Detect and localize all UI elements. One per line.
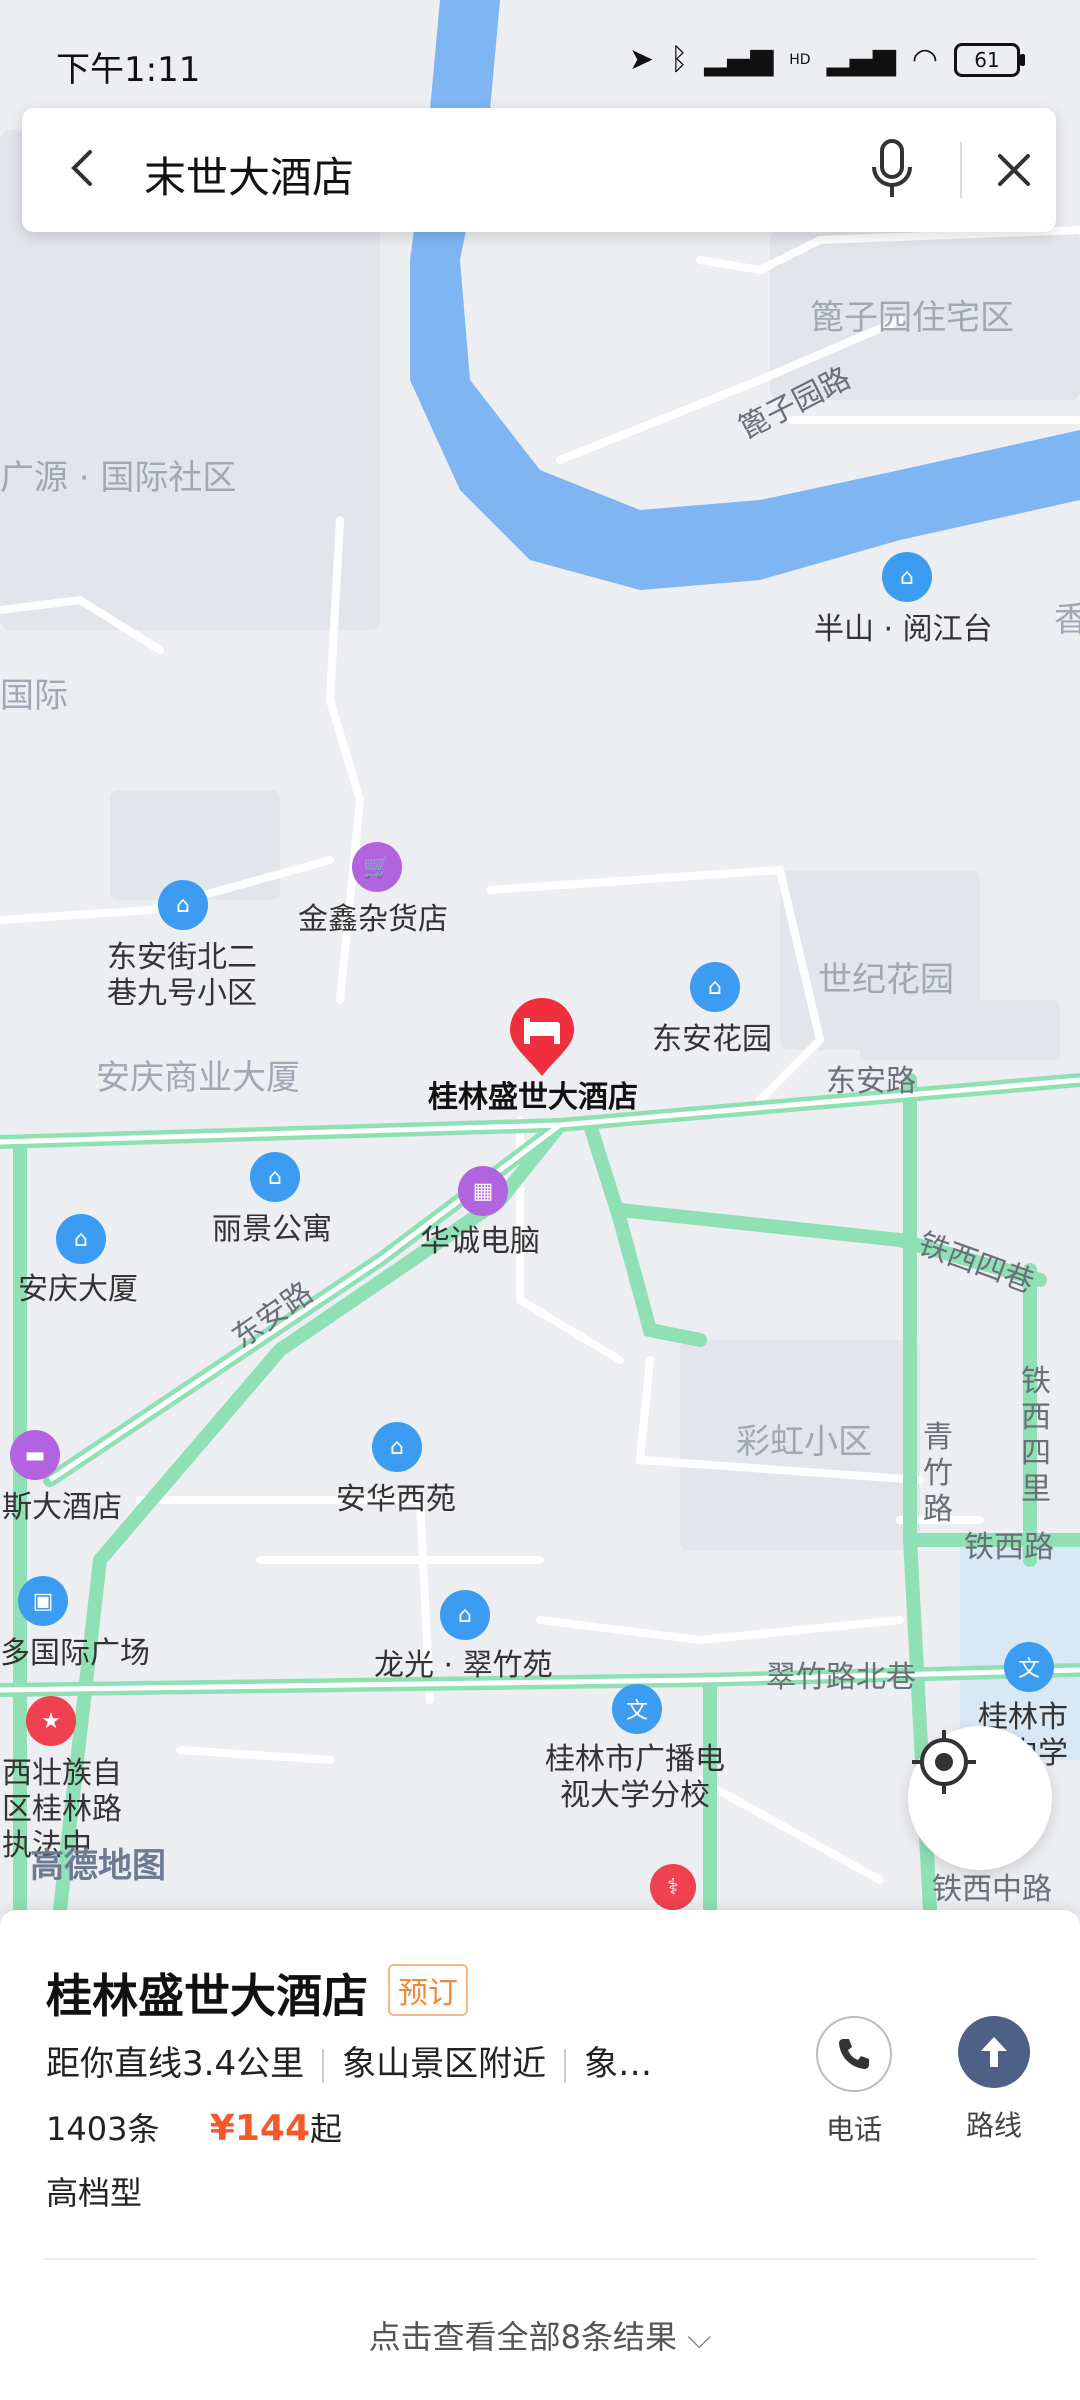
poi-label: 香 [1054,600,1080,640]
road-label: 东安路 [826,1064,916,1099]
price-value: 144 [234,2108,311,2149]
chevron-down-icon: ⌵ [687,2318,712,2356]
selected-hotel-marker[interactable] [508,998,576,1078]
road-label: 青竹路 [923,1420,953,1527]
poi-label: 金鑫杂货店 [298,902,448,937]
search-divider [960,142,962,198]
place-detail-sheet[interactable]: 桂林盛世大酒店 预订 距你直线3.4公里 象山景区附近 象… 1403条 ¥144起… [0,1910,1080,2400]
search-query[interactable]: 末世大酒店 [144,144,354,205]
road-label: 铁西四里 [1021,1364,1051,1507]
hotel-category: 高档型 [46,2174,143,2212]
poi-home-icon[interactable]: ⌂ [690,962,740,1012]
price-suffix: 起 [310,2110,343,2148]
poi-home-icon[interactable]: ⌂ [56,1214,106,1264]
poi-school-icon[interactable]: 文 [612,1684,662,1734]
info-separator [564,2048,567,2083]
poi-home-icon[interactable]: ⌂ [372,1422,422,1472]
poi-school-icon[interactable]: 文 [1004,1642,1054,1692]
view-all-results-button[interactable]: 点击查看全部8条结果 ⌵ [0,2312,1080,2358]
price-symbol: ¥ [209,2108,235,2149]
close-icon [998,154,1030,186]
poi-label: 斯大酒店 [2,1490,122,1525]
poi-label: 桂林市广播电视大学分校 [545,1742,725,1813]
place-name: 桂林盛世大酒店 [46,1969,368,2023]
poi-home-icon[interactable]: ⌂ [250,1152,300,1202]
hd-badge: HD [789,51,811,68]
route-arrow-icon [981,2037,1007,2067]
area-label: 安庆商业大厦 [96,1058,300,1098]
signal-icon: ▂▄▆ [704,42,774,77]
location-icon: ➤ [628,42,655,77]
view-all-text: 点击查看全部8条结果 [368,2318,677,2356]
route-circle [958,2016,1030,2088]
poi-star-icon[interactable]: ★ [26,1696,76,1746]
route-button[interactable]: 路线 [946,2016,1042,2144]
area-text: 象山景区附近 [342,2044,547,2084]
road-label: 铁西路 [964,1530,1054,1565]
status-time: 下午1:11 [56,50,201,90]
poi-label: 东安街北二巷九号小区 [107,940,257,1011]
poi-label: 多国际广场 [0,1636,150,1671]
poi-computer-icon[interactable]: ▦ [458,1166,508,1216]
place-info-line: 距你直线3.4公里 象山景区附近 象… [46,2036,652,2085]
poi-label: 华诚电脑 [420,1224,540,1259]
locate-me-button[interactable] [908,1726,1052,1870]
back-button[interactable] [52,136,116,200]
route-label: 路线 [965,2109,1022,2142]
search-bar[interactable]: 末世大酒店 [22,108,1056,232]
phone-button[interactable]: 电话 [806,2016,902,2148]
poi-label: 丽景公寓 [212,1212,332,1247]
selected-hotel-label: 桂林盛世大酒店 [428,1080,638,1115]
status-bar: 下午1:11 ➤ ᛒ ▂▄▆ HD ▂▄▆ ◠ 61 [0,0,1080,100]
poi-hotel-icon[interactable]: ▬ [10,1430,60,1480]
area-label: 国际 [0,676,68,716]
area-label: 世纪花园 [818,960,954,1000]
phone-icon [839,2039,869,2069]
area-label: 广源 · 国际社区 [0,458,237,498]
map-watermark: 高德地图 [30,1846,166,1886]
bluetooth-icon: ᛒ [670,42,689,77]
poi-label: 龙光 · 翠竹苑 [374,1648,553,1683]
area-label: 篦子园住宅区 [810,298,1014,338]
road-label: 翠竹路北巷 [766,1660,916,1695]
sheet-divider [44,2258,1036,2260]
microphone-icon [872,139,912,197]
map-view[interactable]: 篦子园住宅区 广源 · 国际社区 国际 世纪花园 安庆商业大厦 彩虹小区 篦子园… [0,0,1080,1910]
road-label: 铁西中路 [932,1872,1052,1907]
clear-search-button[interactable] [982,138,1046,202]
review-price-line: 1403条 ¥144起 [46,2104,342,2150]
info-separator [322,2048,325,2083]
voice-search-button[interactable] [857,134,927,204]
phone-circle [816,2016,892,2092]
poi-home-icon[interactable]: ⌂ [440,1590,490,1640]
poi-shop-icon[interactable]: 🛒 [352,842,402,892]
poi-label: 安庆大厦 [18,1272,138,1307]
bed-icon [510,998,574,1076]
area-label: 彩虹小区 [736,1422,872,1462]
poi-label: 半山 · 阅江台 [814,612,993,647]
wifi-icon: ◠ [911,42,938,77]
battery-icon: 61 [954,42,1025,77]
signal-icon: ▂▄▆ [826,42,896,77]
poi-label: 东安花园 [652,1022,772,1057]
booking-tag[interactable]: 预订 [388,1964,468,2016]
poi-label: 安华西苑 [336,1482,456,1517]
extra-text: 象… [584,2044,653,2084]
back-arrow-icon [71,150,92,186]
status-icons: ➤ ᛒ ▂▄▆ HD ▂▄▆ ◠ 61 [628,42,1025,77]
poi-home-icon[interactable]: ⌂ [882,552,932,602]
distance-text: 距你直线3.4公里 [46,2044,305,2084]
poi-home-icon[interactable]: ⌂ [158,880,208,930]
poi-building-icon[interactable]: ▣ [18,1576,68,1626]
phone-label: 电话 [825,2113,882,2146]
crosshair-icon [912,1730,976,1794]
poi-tooth-icon[interactable]: ⚕ [650,1864,696,1910]
review-count: 1403条 [46,2110,160,2148]
